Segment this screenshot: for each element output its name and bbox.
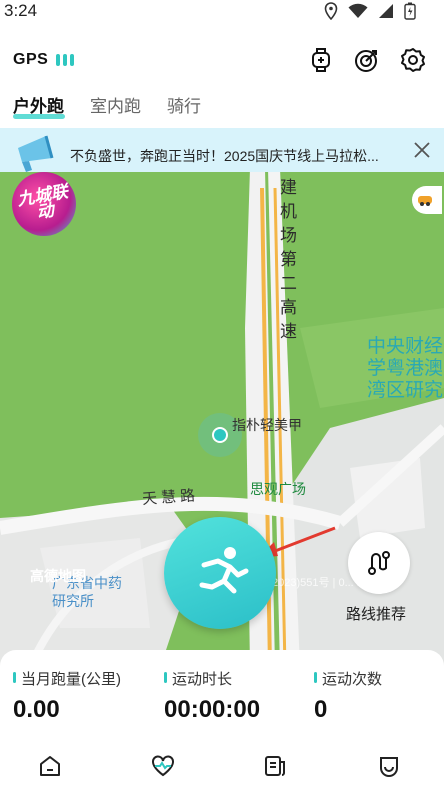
watch-icon <box>312 48 330 72</box>
settings-button[interactable] <box>399 46 427 74</box>
close-icon[interactable] <box>413 141 431 159</box>
promo-banner[interactable]: 不负盛世，奔跑正当时！2025国庆节线上马拉松... <box>0 128 444 172</box>
header-actions <box>307 46 427 74</box>
document-icon <box>265 756 285 776</box>
map-layer-chip[interactable] <box>412 186 442 214</box>
runner-icon <box>199 547 249 594</box>
megaphone-icon <box>18 135 54 172</box>
battery-icon <box>404 2 416 20</box>
tab-indoor-run[interactable]: 室内跑 <box>90 92 141 117</box>
map-poi-zhipu: 指朴轻美甲 <box>232 417 302 433</box>
map-road-tianhui: 天慧路 <box>141 487 200 508</box>
signal-icon <box>379 4 393 18</box>
status-icons <box>324 2 416 20</box>
start-run-button[interactable] <box>164 517 276 629</box>
stat-value: 0.00 <box>13 696 60 723</box>
stat-value: 0 <box>314 696 328 723</box>
promo-logo-text: 九城联动 <box>15 181 70 223</box>
nav-events[interactable]: 赛事 <box>245 754 305 790</box>
promo-event-logo[interactable]: 九城联动 <box>12 172 76 236</box>
heart-pulse-icon <box>152 755 174 777</box>
gear-icon <box>401 48 425 72</box>
header: GPS <box>0 40 444 80</box>
tab-cycling[interactable]: 骑行 <box>167 92 201 117</box>
home-icon <box>40 756 60 776</box>
stat-label: 运动次数 <box>314 668 382 689</box>
nav-home[interactable]: 首页 <box>20 754 80 790</box>
stat-label: 运动时长 <box>164 668 232 689</box>
route-recommend-button[interactable] <box>348 532 410 594</box>
map-road-label: 建机场第二高速 <box>280 178 297 341</box>
banner-text: 不负盛世，奔跑正当时！2025国庆节线上马拉松... <box>70 148 379 164</box>
smile-icon <box>380 757 398 777</box>
stat-label: 当月跑量(公里) <box>13 668 121 689</box>
bottom-nav: 首页 运动 赛事 我的 <box>0 748 444 790</box>
map-poi-siguan: 思观广场 <box>250 481 306 497</box>
nav-profile[interactable]: 我的 <box>359 754 419 790</box>
watch-button[interactable] <box>307 46 335 74</box>
map-brand-logo: 高德地图 <box>30 568 86 584</box>
status-bar: 3:24 <box>0 0 444 24</box>
target-icon <box>355 50 377 72</box>
target-button[interactable] <box>353 46 381 74</box>
route-recommend-label: 路线推荐 <box>346 606 407 623</box>
tab-outdoor-run[interactable]: 户外跑 <box>13 92 64 117</box>
nav-sport[interactable]: 运动 <box>133 754 193 790</box>
car-icon <box>418 196 432 206</box>
sport-tabs: 户外跑 室内跑 骑行 <box>0 92 444 122</box>
gps-label: GPS <box>13 51 49 68</box>
wifi-icon <box>348 3 368 18</box>
gps-signal-indicator <box>56 54 74 66</box>
location-icon <box>324 2 338 20</box>
stat-value: 00:00:00 <box>164 696 261 723</box>
status-time: 3:24 <box>4 1 38 20</box>
route-icon <box>368 551 390 575</box>
stats-panel: 当月跑量(公里) 0.00 运动时长 00:00:00 运动次数 0 <box>0 650 444 740</box>
map-poi-cuhk: 中央财经学粤港澳湾区研究 <box>367 336 444 401</box>
